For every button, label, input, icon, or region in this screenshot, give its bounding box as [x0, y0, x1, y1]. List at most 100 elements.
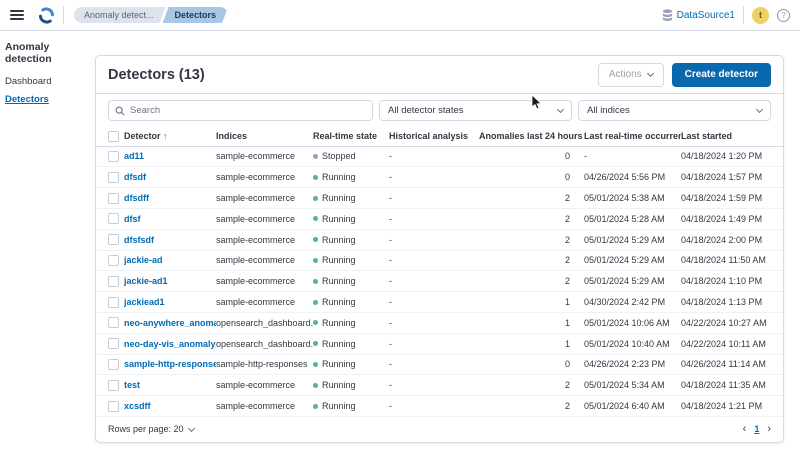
datasource-label: DataSource1 [676, 9, 735, 21]
detector-states-select[interactable]: All detector states [379, 100, 572, 121]
state-dot [313, 174, 318, 180]
state-label: Running [322, 172, 356, 183]
anomalies-cell: 2 [564, 193, 570, 204]
create-detector-label: Create detector [684, 69, 758, 80]
row-checkbox[interactable] [108, 358, 119, 370]
state-badge: Running [313, 380, 389, 390]
last-occurrence-cell: 05/01/2024 10:06 AM [584, 317, 670, 328]
detector-link[interactable]: jackiead1 [124, 297, 216, 307]
sidebar-title: Anomaly detection [5, 41, 52, 65]
historical-cell: - [389, 276, 392, 287]
indices-cell: sample-ecommerce [216, 255, 296, 266]
detector-link[interactable]: sample-http-response... [124, 359, 216, 369]
column-header-last-occurrence[interactable]: Last real-time occurrence [574, 131, 681, 141]
select-all-checkbox[interactable] [108, 130, 119, 142]
row-checkbox[interactable] [108, 234, 119, 246]
indices-select[interactable]: All indices [578, 100, 771, 121]
detector-link[interactable]: dfsdf [124, 172, 216, 182]
header-divider [63, 6, 64, 24]
row-checkbox[interactable] [108, 379, 119, 391]
last-occurrence-cell: 04/26/2024 2:23 PM [584, 359, 666, 370]
last-started-cell: 04/18/2024 1:59 PM [681, 193, 763, 204]
datasource-selector[interactable]: DataSource1 [662, 9, 735, 21]
column-header-last-started[interactable]: Last started [681, 131, 771, 141]
row-checkbox[interactable] [108, 171, 119, 183]
row-checkbox[interactable] [108, 275, 119, 287]
help-icon[interactable]: ? [777, 8, 790, 22]
column-header-detector[interactable]: Detector ↑ [124, 131, 216, 141]
indices-cell: sample-ecommerce [216, 193, 296, 204]
state-label: Running [322, 193, 356, 204]
detector-link[interactable]: neo-anywhere_anomal... [124, 318, 216, 328]
actions-button[interactable]: Actions [597, 62, 664, 87]
last-started-cell: 04/18/2024 11:50 AM [681, 255, 766, 266]
last-started-cell: 04/18/2024 1:49 PM [681, 213, 763, 224]
row-checkbox[interactable] [108, 296, 119, 308]
row-checkbox[interactable] [108, 213, 119, 225]
filter-bar: All detector states All indices [96, 94, 783, 127]
page-title: Detectors (13) [108, 66, 205, 83]
avatar[interactable]: t [752, 6, 769, 24]
anomalies-cell: 2 [564, 276, 570, 287]
rows-per-page-selector[interactable]: Rows per page: 20 [108, 424, 743, 434]
state-dot [313, 216, 318, 222]
state-dot [313, 403, 318, 409]
anomalies-cell: 2 [564, 234, 570, 245]
last-occurrence-cell: - [584, 151, 587, 162]
state-dot [313, 257, 318, 263]
indices-cell: opensearch_dashboard... [216, 338, 313, 349]
historical-cell: - [389, 297, 392, 308]
state-label: Running [322, 338, 356, 349]
column-header-realtime-state[interactable]: Real-time state [313, 131, 389, 141]
table-row: neo-day-vis_anomaly_... opensearch_dashb… [96, 334, 783, 355]
column-header-indices[interactable]: Indices [216, 131, 313, 141]
row-checkbox[interactable] [108, 338, 119, 350]
last-occurrence-cell: 05/01/2024 5:28 AM [584, 213, 665, 224]
search-input[interactable] [130, 105, 366, 116]
state-label: Running [322, 317, 356, 328]
state-label: Running [322, 213, 356, 224]
sort-asc-icon: ↑ [163, 131, 168, 142]
state-label: Running [322, 297, 356, 308]
detector-link[interactable]: ad11 [124, 151, 216, 161]
table-row: jackiead1 sample-ecommerce Running - 1 0… [96, 292, 783, 313]
anomalies-cell: 1 [564, 297, 570, 308]
sidebar-item-detectors[interactable]: Detectors [5, 94, 90, 105]
detector-link[interactable]: dfsfsdf [124, 235, 216, 245]
row-checkbox[interactable] [108, 317, 119, 329]
prev-page-button[interactable]: ‹ [743, 423, 747, 435]
row-checkbox[interactable] [108, 192, 119, 204]
detector-link[interactable]: dfsdff [124, 193, 216, 203]
page-1-button[interactable]: 1 [754, 424, 759, 434]
opensearch-logo [38, 7, 55, 23]
row-checkbox[interactable] [108, 400, 119, 412]
breadcrumb: Anomaly detect... Detectors [74, 7, 225, 23]
breadcrumb-detectors[interactable]: Detectors [163, 7, 229, 23]
create-detector-button[interactable]: Create detector [671, 62, 771, 87]
menu-icon[interactable] [10, 10, 24, 20]
detector-link[interactable]: jackie-ad1 [124, 276, 216, 286]
detector-link[interactable]: xcsdff [124, 401, 216, 411]
row-checkbox[interactable] [108, 150, 119, 162]
last-started-cell: 04/18/2024 11:35 AM [681, 380, 766, 391]
anomalies-cell: 1 [564, 317, 570, 328]
detector-link[interactable]: jackie-ad [124, 255, 216, 265]
indices-cell: sample-ecommerce [216, 151, 296, 162]
historical-cell: - [389, 401, 392, 412]
row-checkbox[interactable] [108, 254, 119, 266]
column-header-anomalies[interactable]: Anomalies last 24 hours [479, 131, 583, 141]
last-occurrence-cell: 05/01/2024 5:29 AM [584, 276, 665, 287]
breadcrumb-anomaly-detection[interactable]: Anomaly detect... [74, 7, 166, 23]
detector-link[interactable]: test [124, 380, 216, 390]
sidebar-item-dashboard[interactable]: Dashboard [5, 76, 90, 87]
table-body: ad11 sample-ecommerce Stopped - 0 - 04/1… [96, 147, 783, 417]
state-label: Running [322, 401, 356, 412]
historical-cell: - [389, 172, 392, 183]
detector-link[interactable]: dfsf [124, 214, 216, 224]
next-page-button[interactable]: › [767, 423, 771, 435]
column-header-historical[interactable]: Historical analysis [389, 131, 479, 141]
detector-link[interactable]: neo-day-vis_anomaly_... [124, 339, 216, 349]
state-label: Stopped [322, 151, 356, 162]
last-occurrence-cell: 04/26/2024 5:56 PM [584, 172, 666, 183]
actions-button-label: Actions [608, 69, 642, 80]
